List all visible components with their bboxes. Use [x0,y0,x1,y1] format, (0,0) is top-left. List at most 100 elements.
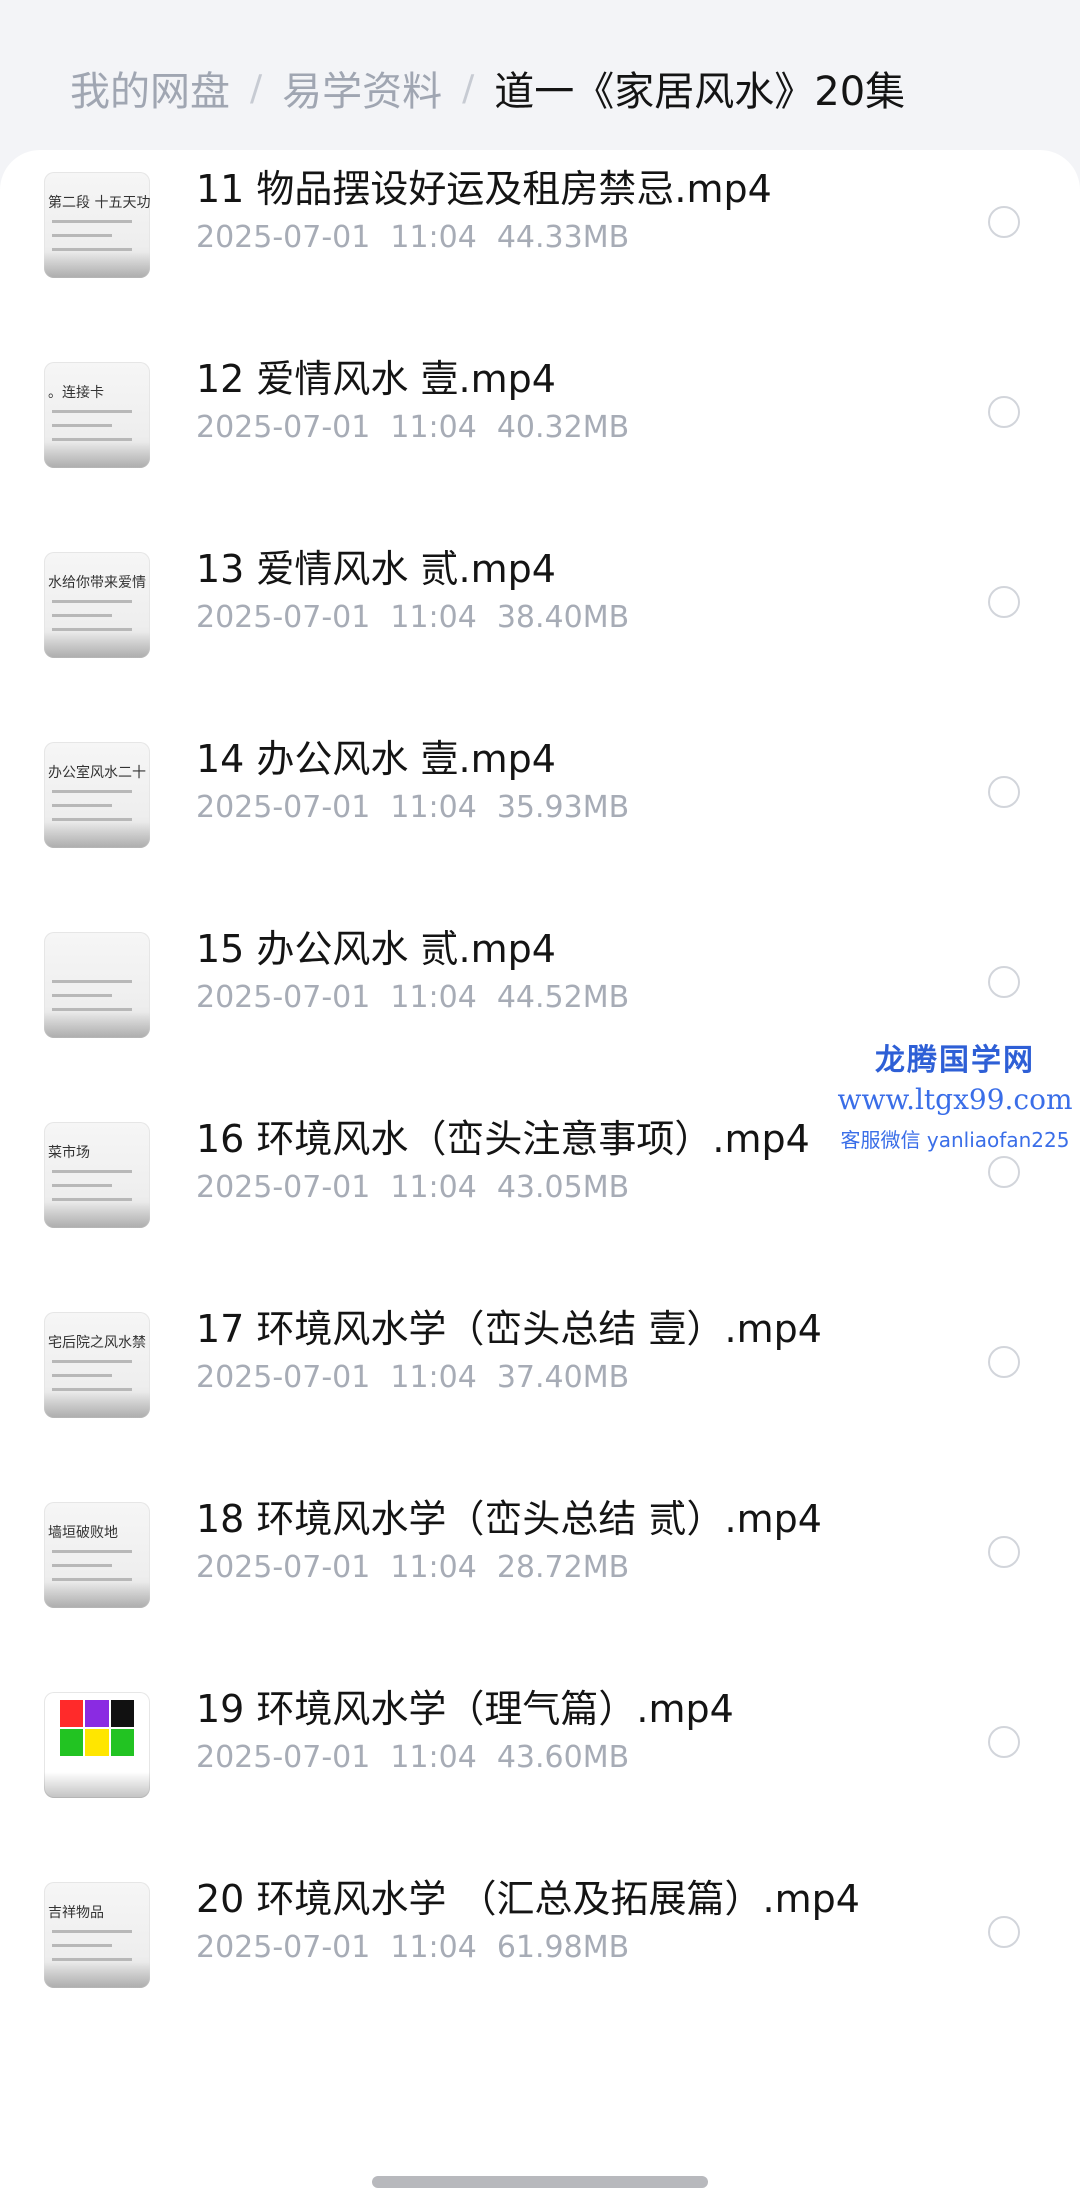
select-checkbox[interactable] [988,586,1020,618]
thumbnail-line [52,804,112,807]
video-thumbnail: 菜市场 [44,1122,150,1228]
thumbnail-line [52,994,112,997]
file-meta: 2025-07-01 11:04 35.93MB [196,790,649,825]
color-cell [85,1700,109,1727]
file-size: 28.72MB [496,1550,630,1585]
thumbnail-landscape [44,252,150,278]
thumbnail-text: 吉祥物品 [48,1905,104,1921]
thumbnail-landscape [44,822,150,848]
file-date: 2025-07-01 [196,600,371,635]
thumbnail-line [52,1198,132,1201]
file-name: 11 物品摆设好运及租房禁忌.mp4 [196,167,772,211]
file-row[interactable]: 宅后院之风水禁 17 环境风水学（峦头总结 壹）.mp4 2025-07-01 11:… [0,1290,1080,1480]
color-cell [110,1729,134,1756]
file-size: 38.40MB [496,600,630,635]
file-date: 2025-07-01 [196,1740,371,1775]
breadcrumb-root[interactable]: 我的网盘 [70,59,230,117]
thumbnail-line [52,1958,132,1961]
thumbnail-line [52,790,132,793]
thumbnail-landscape [44,1012,150,1038]
file-row[interactable]: 第二段 十五天功能 11 物品摆设好运及租房禁忌.mp4 2025-07-01 11:… [0,150,1080,340]
video-thumbnail: 第二段 十五天功能 [44,172,150,278]
file-size: 43.60MB [496,1740,630,1775]
color-cell [85,1729,109,1756]
thumbnail-line [52,1360,132,1363]
file-row[interactable]: 墙垣破败地 18 环境风水学（峦头总结 贰）.mp4 2025-07-01 11:04… [0,1480,1080,1670]
file-time: 11:04 [390,1360,477,1395]
color-grid [60,1700,134,1756]
file-date: 2025-07-01 [196,220,371,255]
video-thumbnail: 宅后院之风水禁 [44,1312,150,1418]
select-checkbox[interactable] [988,1916,1020,1948]
file-time: 11:04 [390,1170,477,1205]
thumbnail-line [52,600,132,603]
file-meta: 2025-07-01 11:04 38.40MB [196,600,649,635]
file-name: 17 环境风水学（峦头总结 壹）.mp4 [196,1307,822,1351]
file-size: 43.05MB [496,1170,630,1205]
thumbnail-line [52,1170,132,1173]
file-meta: 2025-07-01 11:04 40.32MB [196,410,649,445]
file-date: 2025-07-01 [196,1550,371,1585]
select-checkbox[interactable] [988,396,1020,428]
file-meta: 2025-07-01 11:04 43.60MB [196,1740,649,1775]
video-thumbnail: 墙垣破败地 [44,1502,150,1608]
file-date: 2025-07-01 [196,1930,371,1965]
thumbnail-line [52,980,132,983]
file-time: 11:04 [390,1550,477,1585]
thumbnail-line [52,818,132,821]
file-size: 61.98MB [496,1930,630,1965]
file-size: 44.33MB [496,220,630,255]
thumbnail-line [52,220,132,223]
file-row[interactable]: 19 环境风水学（理气篇）.mp4 2025-07-01 11:04 43.60MB [0,1670,1080,1860]
breadcrumb: 我的网盘 / 易学资料 / 道一《家居风水》20集 [70,58,905,118]
thumbnail-line [52,1550,132,1553]
file-time: 11:04 [390,1930,477,1965]
file-date: 2025-07-01 [196,980,371,1015]
thumbnail-text: 。连接卡 [48,385,104,401]
thumbnail-text: 菜市场 [48,1145,90,1161]
file-size: 35.93MB [496,790,630,825]
file-meta: 2025-07-01 11:04 37.40MB [196,1360,649,1395]
file-meta: 2025-07-01 11:04 44.52MB [196,980,649,1015]
thumbnail-line [52,234,112,237]
thumbnail-line [52,1184,112,1187]
file-name: 18 环境风水学（峦头总结 贰）.mp4 [196,1497,822,1541]
select-checkbox[interactable] [988,966,1020,998]
file-time: 11:04 [390,220,477,255]
file-meta: 2025-07-01 11:04 44.33MB [196,220,649,255]
video-thumbnail: 吉祥物品 [44,1882,150,1988]
color-cell [60,1700,84,1727]
thumbnail-line [52,628,132,631]
file-size: 40.32MB [496,410,630,445]
video-thumbnail: 办公室风水二十 [44,742,150,848]
thumbnail-landscape [44,1202,150,1228]
select-checkbox[interactable] [988,206,1020,238]
thumbnail-line [52,1388,132,1391]
file-list-card: 第二段 十五天功能 11 物品摆设好运及租房禁忌.mp4 2025-07-01 11:… [0,150,1080,2206]
thumbnail-line [52,1578,132,1581]
file-date: 2025-07-01 [196,1360,371,1395]
select-checkbox[interactable] [988,1346,1020,1378]
select-checkbox[interactable] [988,1726,1020,1758]
thumbnail-line [52,1564,112,1567]
file-row[interactable]: 水给你带来爱情 13 爱情风水 贰.mp4 2025-07-01 11:04 38.40… [0,530,1080,720]
watermark-name: 龙腾国学网 [875,1043,1035,1078]
select-checkbox[interactable] [988,1156,1020,1188]
select-checkbox[interactable] [988,1536,1020,1568]
thumbnail-landscape [44,1582,150,1608]
file-meta: 2025-07-01 11:04 43.05MB [196,1170,649,1205]
thumbnail-landscape [44,1962,150,1988]
watermark: 龙腾国学网 www.ltgx99.com 客服微信 yanliaofan225 [830,1035,1080,1153]
thumbnail-line [52,614,112,617]
file-date: 2025-07-01 [196,1170,371,1205]
breadcrumb-level1[interactable]: 易学资料 [282,59,442,117]
thumbnail-landscape [44,632,150,658]
select-checkbox[interactable] [988,776,1020,808]
file-row[interactable]: 吉祥物品 20 环境风水学 （汇总及拓展篇）.mp4 2025-07-01 11:04… [0,1860,1080,2050]
watermark-contact: 客服微信 yanliaofan225 [840,1128,1070,1152]
file-time: 11:04 [390,980,477,1015]
file-row[interactable]: 办公室风水二十 14 办公风水 壹.mp4 2025-07-01 11:04 35.93… [0,720,1080,910]
home-indicator[interactable] [372,2176,708,2188]
file-row[interactable]: 。连接卡 12 爱情风水 壹.mp4 2025-07-01 11:04 40.32MB [0,340,1080,530]
video-thumbnail: 水给你带来爱情 [44,552,150,658]
